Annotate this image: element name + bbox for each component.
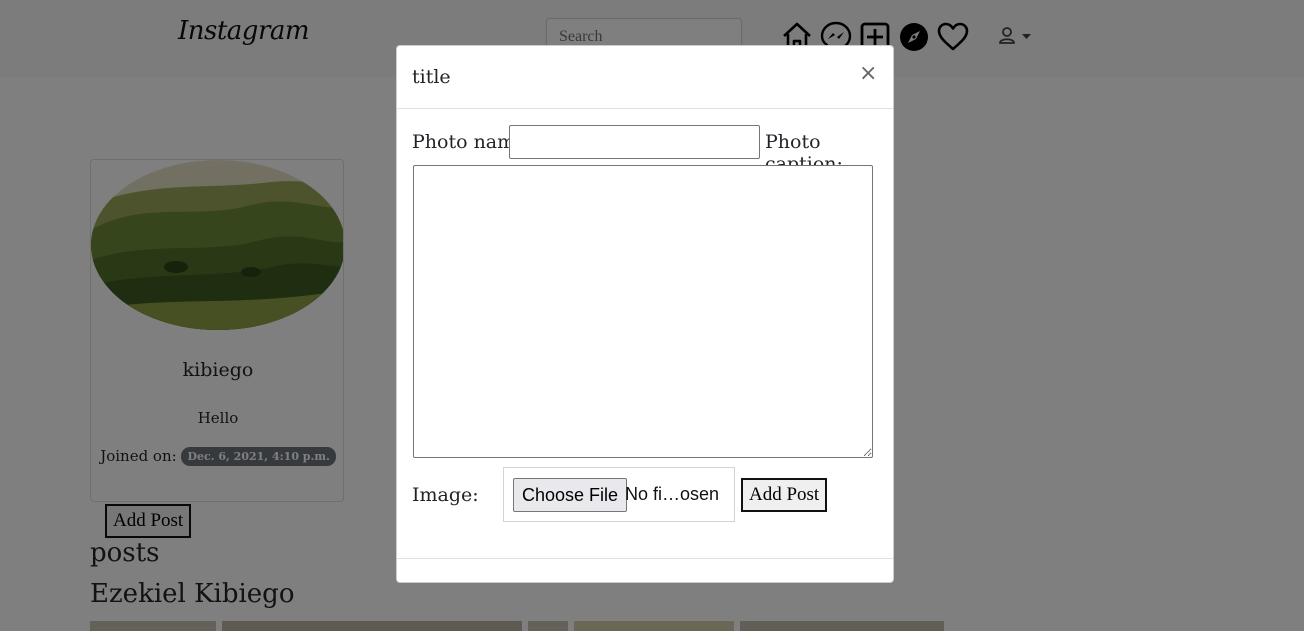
choose-file-button[interactable]: Choose File	[513, 478, 628, 512]
image-label: Image:	[412, 484, 479, 506]
modal-footer	[397, 558, 893, 559]
add-post-modal: title × Photo name: Photo caption: Image…	[396, 45, 894, 583]
submit-add-post-button[interactable]: Add Post	[741, 478, 828, 512]
image-file-input[interactable]: Choose File No fi…osen	[503, 467, 735, 522]
file-status: No fi…osen	[625, 484, 720, 504]
photo-name-input[interactable]	[509, 125, 760, 159]
photo-caption-textarea[interactable]	[413, 165, 873, 458]
modal-title: title	[412, 66, 451, 88]
modal-header: title ×	[397, 46, 893, 109]
close-icon[interactable]: ×	[859, 61, 877, 86]
